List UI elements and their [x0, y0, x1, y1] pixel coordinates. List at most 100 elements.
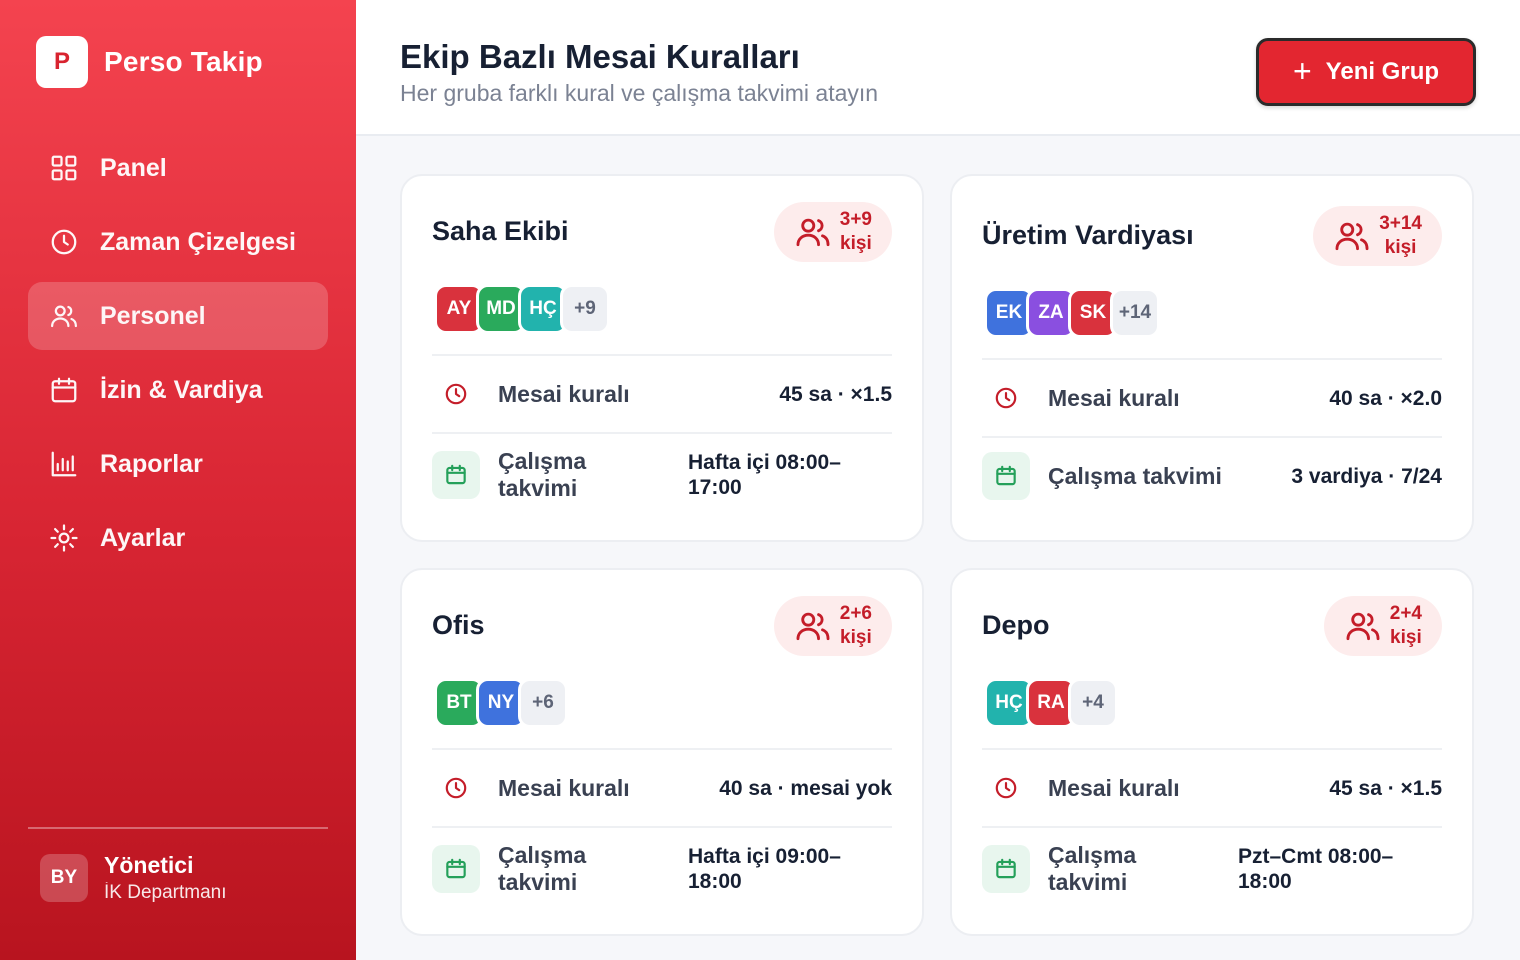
overtime-rule-row[interactable]: Mesai kuralı 45 sa · ×1.5: [432, 370, 892, 418]
member-avatars[interactable]: BT NY +6: [434, 678, 568, 728]
group-name: Üretim Vardiyası: [982, 220, 1194, 250]
sidebar-item-personnel[interactable]: Personel: [28, 282, 328, 350]
member-avatars[interactable]: EK ZA SK +14: [984, 288, 1160, 338]
group-card[interactable]: Üretim Vardiyası 3+14 kişi EK ZA SK +14 Mes…: [950, 174, 1474, 542]
work-schedule-value: 3 vardiya · 7/24: [1291, 464, 1442, 488]
bar-chart-icon: [48, 448, 80, 480]
member-avatars[interactable]: AY MD HÇ +9: [434, 284, 610, 334]
overtime-rule-value: 45 sa · ×1.5: [779, 382, 892, 406]
users-icon: [796, 218, 830, 247]
calendar-icon: [48, 374, 80, 406]
sidebar-item-leave-shift[interactable]: İzin & Vardiya: [28, 356, 328, 424]
group-name: Depo: [982, 610, 1050, 640]
sidebar-item-panel[interactable]: Panel: [28, 134, 328, 202]
member-count: 3+14: [1379, 213, 1422, 234]
overtime-rule-label: Mesai kuralı: [498, 380, 630, 407]
brand-logo: P: [36, 36, 88, 88]
clock-icon: [432, 370, 480, 418]
sidebar-item-label: Zaman Çizelgesi: [100, 227, 296, 256]
sidebar-item-label: Personel: [100, 301, 206, 330]
settings-icon: [48, 522, 80, 554]
overtime-rule-label: Mesai kuralı: [1048, 774, 1180, 801]
sidebar-item-timesheet[interactable]: Zaman Çizelgesi: [28, 208, 328, 276]
calendar-icon: [982, 452, 1030, 500]
clock-icon: [982, 374, 1030, 422]
new-group-button[interactable]: + Yeni Grup: [1256, 38, 1476, 106]
more-members-avatar[interactable]: +9: [560, 284, 610, 334]
page-title: Ekip Bazlı Mesai Kuralları: [400, 38, 800, 75]
grid-icon: [48, 152, 80, 184]
sidebar-item-label: Ayarlar: [100, 523, 186, 552]
sidebar-item-label: Panel: [100, 153, 167, 182]
user-profile[interactable]: BY Yönetici İK Departmanı: [40, 852, 227, 904]
group-card[interactable]: Ofis 2+6 kişi BT NY +6 Mesai kuralı 40 sa …: [400, 568, 924, 936]
member-count: 2+4: [1389, 603, 1422, 624]
overtime-rule-label: Mesai kuralı: [498, 774, 630, 801]
users-icon: [1335, 222, 1369, 251]
new-group-button-label: Yeni Grup: [1325, 58, 1440, 85]
user-name: Yönetici: [104, 852, 194, 878]
work-schedule-row[interactable]: Çalışma takvimi 3 vardiya · 7/24: [982, 452, 1442, 500]
plus-icon: +: [1292, 52, 1312, 89]
users-icon: [796, 612, 830, 641]
more-members-avatar[interactable]: +6: [518, 678, 568, 728]
sidebar: P Perso Takip Panel Zaman Çizelgesi Pers…: [0, 0, 356, 960]
member-count-unit: kişi: [1384, 237, 1417, 258]
divider: [982, 436, 1442, 438]
page-header: Ekip Bazlı Mesai Kuralları Her gruba far…: [356, 0, 1520, 136]
work-schedule-row[interactable]: Çalışma takvimi Pzt–Cmt 08:00–18:00: [982, 842, 1442, 896]
divider: [432, 432, 892, 434]
sidebar-divider: [28, 827, 328, 829]
overtime-rule-value: 45 sa · ×1.5: [1329, 776, 1442, 800]
overtime-rule-row[interactable]: Mesai kuralı 40 sa · ×2.0: [982, 374, 1442, 422]
more-members-avatar[interactable]: +14: [1110, 288, 1160, 338]
calendar-icon: [432, 845, 480, 893]
sidebar-item-label: İzin & Vardiya: [100, 375, 263, 404]
overtime-rule-row[interactable]: Mesai kuralı 45 sa · ×1.5: [982, 764, 1442, 812]
overtime-rule-label: Mesai kuralı: [1048, 384, 1180, 411]
group-card[interactable]: Depo 2+4 kişi HÇ RA +4 Mesai kuralı 45 sa …: [950, 568, 1474, 936]
work-schedule-value: Pzt–Cmt 08:00–18:00: [1238, 845, 1394, 893]
work-schedule-value: Hafta içi 09:00–18:00: [688, 845, 841, 893]
brand-name: Perso Takip: [104, 46, 263, 77]
member-count-unit: kişi: [840, 627, 872, 648]
user-department: İK Departmanı: [104, 882, 227, 903]
sidebar-item-reports[interactable]: Raporlar: [28, 430, 328, 498]
divider: [982, 358, 1442, 360]
member-avatars[interactable]: HÇ RA +4: [984, 678, 1118, 728]
overtime-rule-value: 40 sa · mesai yok: [719, 776, 892, 800]
member-count: 3+9: [839, 209, 872, 230]
member-count-unit: kişi: [840, 233, 872, 254]
brand[interactable]: P Perso Takip: [36, 36, 263, 88]
users-icon: [1346, 612, 1380, 641]
member-count: 2+6: [839, 603, 872, 624]
work-schedule-value: Hafta içi 08:00–17:00: [688, 451, 841, 499]
sidebar-item-label: Raporlar: [100, 449, 203, 478]
sidebar-item-settings[interactable]: Ayarlar: [28, 504, 328, 572]
overtime-rule-row[interactable]: Mesai kuralı 40 sa · mesai yok: [432, 764, 892, 812]
users-icon: [48, 300, 80, 332]
member-count-badge: 3+14 kişi: [1313, 206, 1442, 266]
work-schedule-label: Çalışma takvimi: [498, 842, 587, 895]
work-schedule-label: Çalışma takvimi: [498, 448, 587, 501]
calendar-icon: [432, 451, 480, 499]
work-schedule-row[interactable]: Çalışma takvimi Hafta içi 09:00–18:00: [432, 842, 892, 896]
clock-icon: [982, 764, 1030, 812]
member-count-badge: 2+4 kişi: [1323, 596, 1442, 656]
page-subtitle: Her gruba farklı kural ve çalışma takvim…: [400, 80, 879, 106]
sidebar-nav: Panel Zaman Çizelgesi Personel İzin & Va…: [28, 134, 328, 578]
divider: [432, 826, 892, 828]
group-card[interactable]: Saha Ekibi 3+9 kişi AY MD HÇ +9 Mesai kural…: [400, 174, 924, 542]
calendar-icon: [982, 845, 1030, 893]
clock-icon: [48, 226, 80, 258]
avatar: BY: [40, 854, 88, 902]
member-count-badge: 3+9 kişi: [773, 202, 892, 262]
work-schedule-label: Çalışma takvimi: [1048, 462, 1222, 489]
more-members-avatar[interactable]: +4: [1068, 678, 1118, 728]
divider: [432, 354, 892, 356]
group-name: Saha Ekibi: [432, 216, 569, 246]
divider: [432, 748, 892, 750]
divider: [982, 748, 1442, 750]
work-schedule-row[interactable]: Çalışma takvimi Hafta içi 08:00–17:00: [432, 448, 892, 502]
clock-icon: [432, 764, 480, 812]
